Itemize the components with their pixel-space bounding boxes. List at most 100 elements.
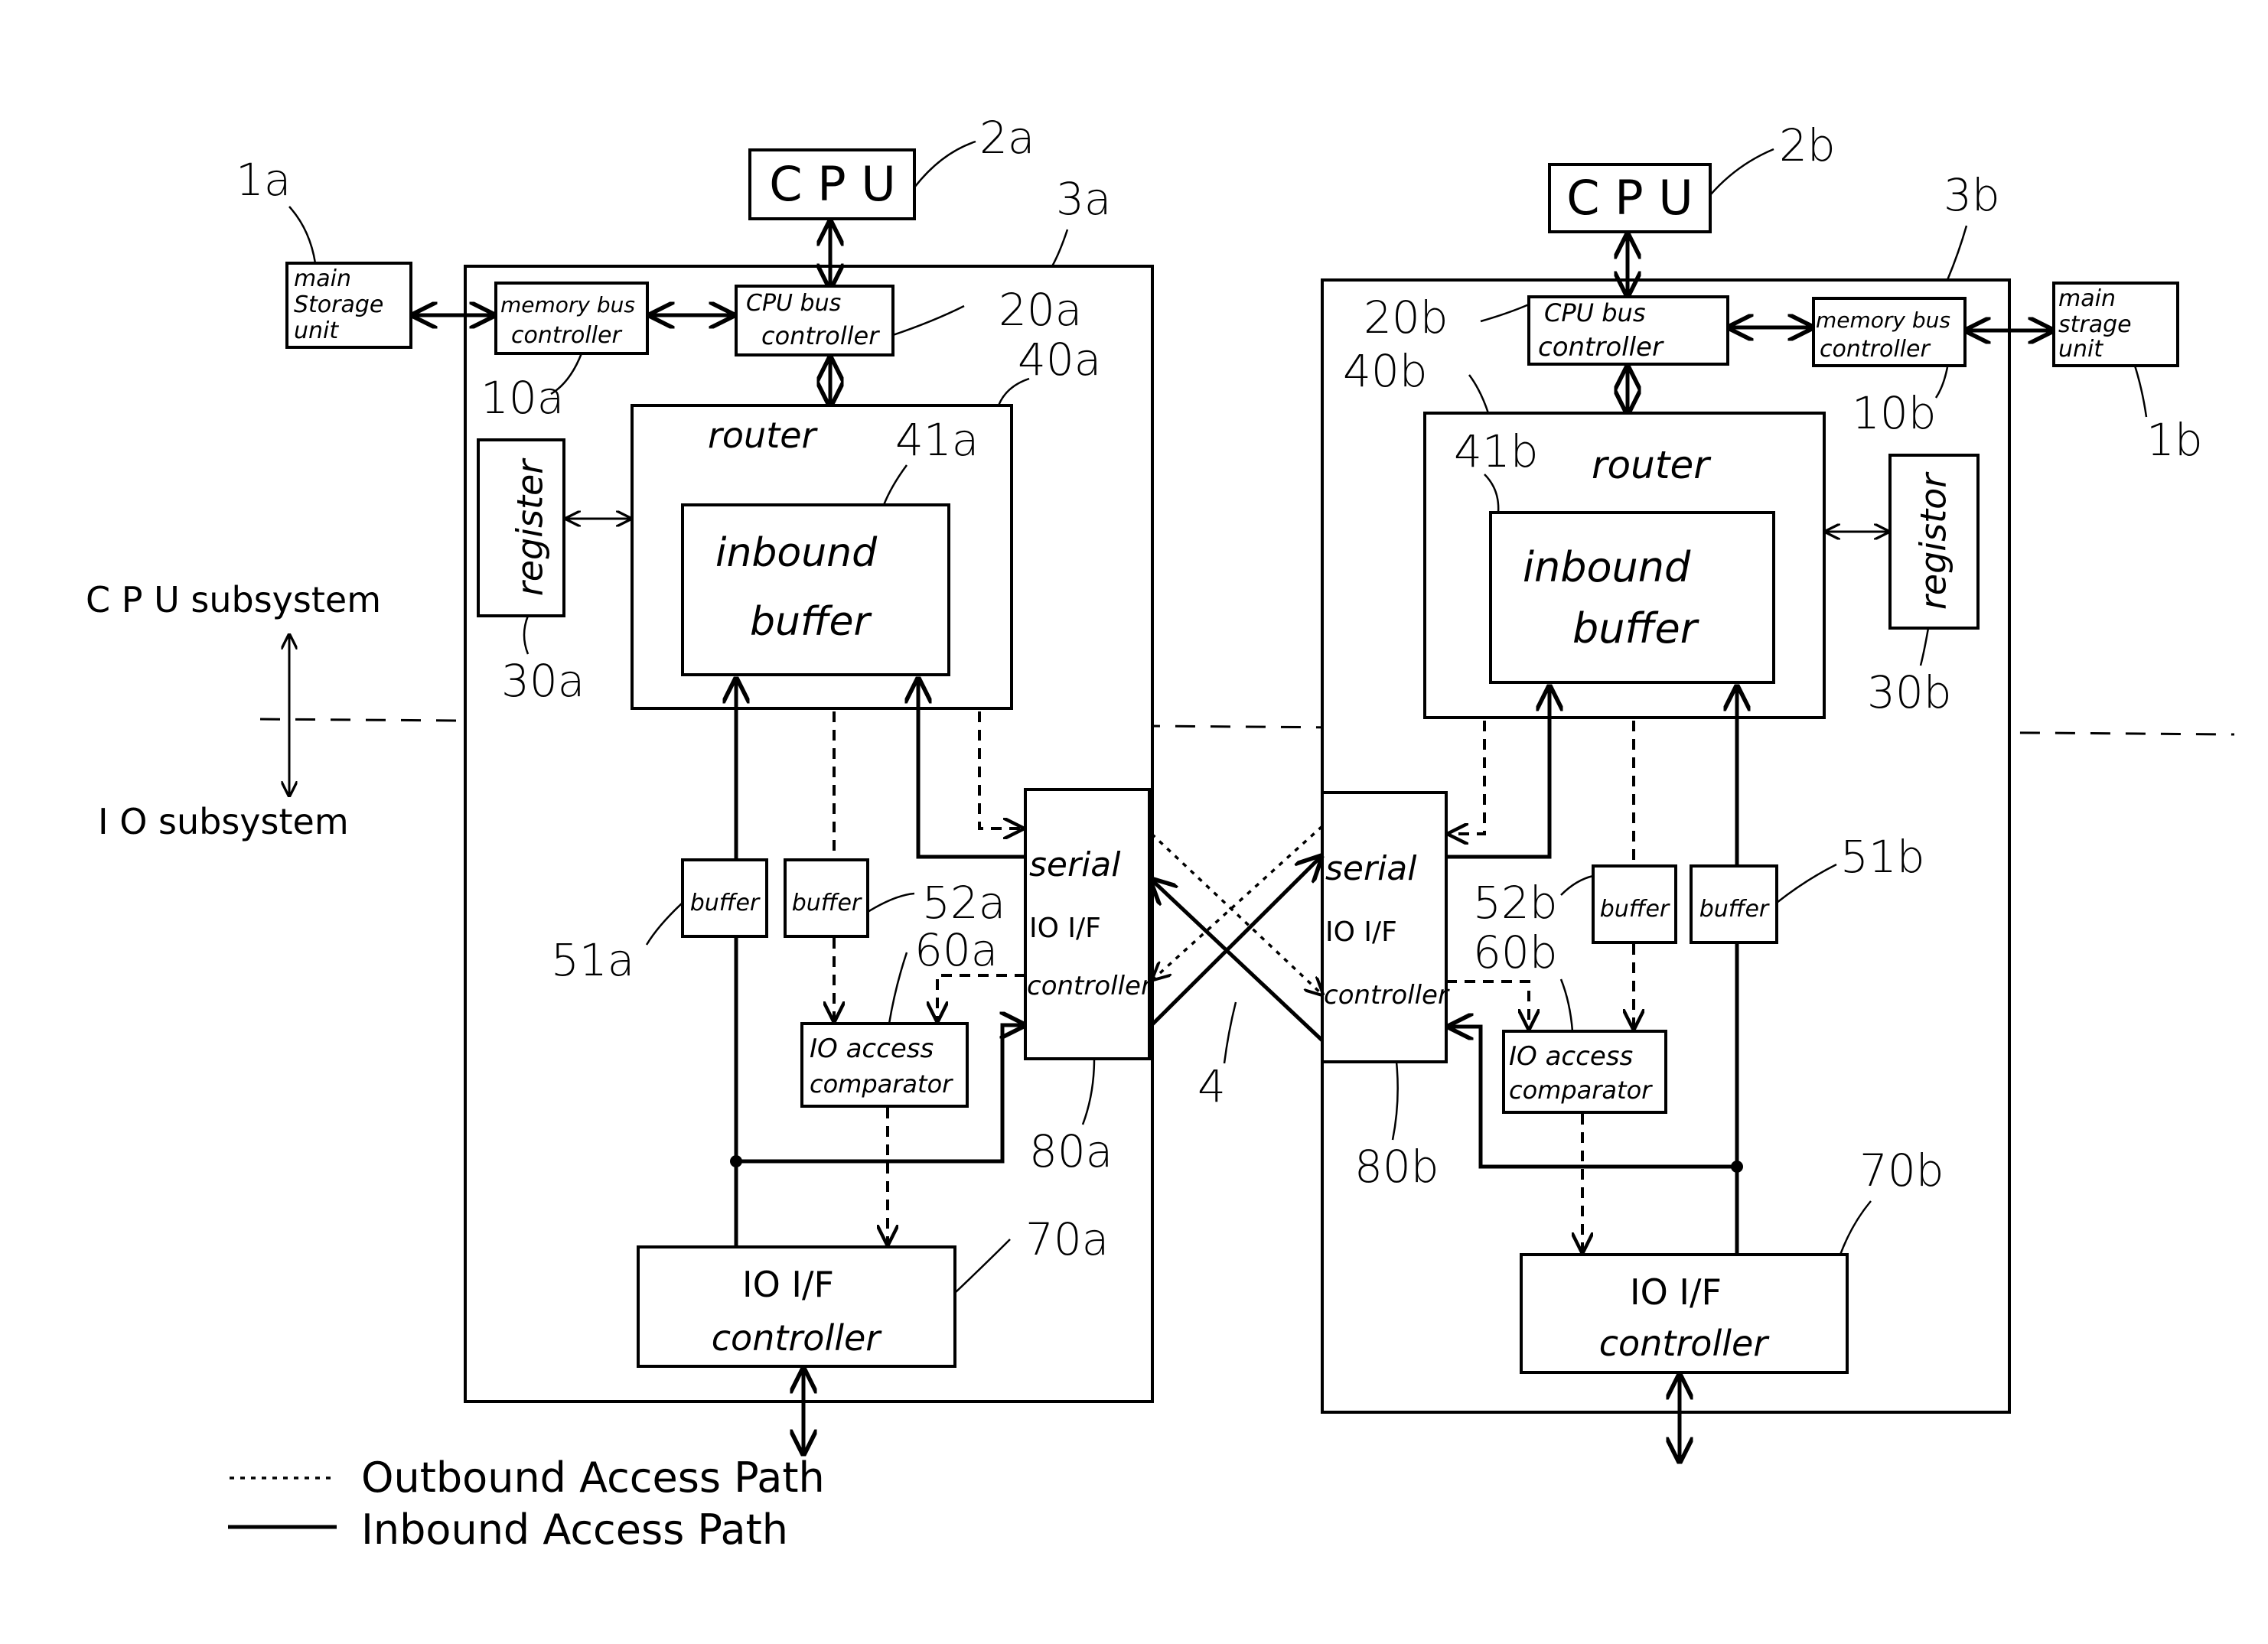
cpu-subsystem-label: C P U subsystem: [86, 579, 381, 620]
ref-41b: 41b: [1454, 425, 1539, 477]
legend-inbound-label: Inbound Access Path: [361, 1506, 788, 1554]
io-access-comparator-b-line2: comparator: [1509, 1076, 1653, 1105]
ref-2b: 2b: [1779, 119, 1836, 171]
system-a: 3a C P U 2a main Storage unit 1a memory …: [236, 112, 1154, 1454]
ref-51b: 51b: [1840, 831, 1925, 883]
register-a-label: register: [510, 457, 551, 596]
cpu-bus-controller-b[interactable]: CPU bus controller: [1527, 295, 1729, 366]
buffer-51b[interactable]: buffer: [1690, 864, 1778, 944]
leader-4: [1223, 1001, 1237, 1064]
cpu-bus-controller-b-line2: controller: [1538, 332, 1664, 363]
router-b-label: router: [1592, 443, 1712, 487]
cpu-a[interactable]: C P U: [748, 148, 916, 220]
buffer-52b[interactable]: buffer: [1592, 864, 1677, 944]
inbound-buffer-a-line2: buffer: [750, 599, 872, 645]
ref-41a: 41a: [895, 414, 979, 466]
ref-52a: 52a: [922, 877, 1005, 929]
serial-io-if-controller-b[interactable]: serial IO I/F controller: [1321, 791, 1450, 1063]
ref-20b: 20b: [1364, 291, 1448, 343]
ref-30a: 30a: [501, 655, 585, 707]
memory-bus-controller-b[interactable]: memory bus controller: [1812, 297, 1967, 367]
link-a-to-b-inbound-lower: [1152, 880, 1324, 1042]
buffer-52b-label: buffer: [1600, 896, 1670, 923]
io-access-comparator-a[interactable]: IO access comparator: [800, 1022, 969, 1108]
main-storage-a-line2: Storage: [294, 291, 383, 318]
serial-io-if-controller-a-line3: controller: [1027, 971, 1153, 1001]
subsystem-labels: C P U subsystem I O subsystem: [86, 579, 381, 842]
io-subsystem-label: I O subsystem: [98, 801, 349, 842]
io-if-controller-b-line2: controller: [1599, 1323, 1771, 1364]
ref-51a: 51a: [551, 934, 634, 986]
memory-bus-controller-b-line1: memory bus: [1816, 308, 1950, 333]
leader-1a: [288, 206, 317, 264]
system-b: 3b C P U 2b CPU bus controller 20b memor…: [1321, 119, 2203, 1461]
buffer-51a[interactable]: buffer: [681, 858, 768, 938]
register-a[interactable]: register: [477, 438, 565, 617]
ref-10a: 10a: [481, 372, 564, 424]
io-access-comparator-b-line1: IO access: [1509, 1041, 1633, 1072]
ref-2a: 2a: [979, 112, 1035, 164]
link-a-to-b-inbound-upper: [1150, 857, 1321, 1027]
ref-1b: 1b: [2146, 414, 2203, 466]
main-storage-b[interactable]: main strage unit: [2052, 282, 2179, 367]
ref-40a: 40a: [1018, 334, 1101, 386]
inbound-buffer-b-box[interactable]: [1489, 511, 1775, 684]
main-storage-b-line2: strage: [2058, 311, 2132, 338]
io-if-controller-a-line1: IO I/F: [742, 1264, 834, 1305]
router-a-label: router: [708, 415, 819, 456]
serial-io-if-controller-b-line1: serial: [1325, 849, 1417, 888]
register-b-label: registor: [1913, 471, 1954, 610]
inbound-buffer-b-line2: buffer: [1572, 604, 1699, 653]
io-if-controller-a-line2: controller: [712, 1317, 883, 1359]
leader-2b: [1709, 148, 1774, 196]
inbound-buffer-a[interactable]: inbound buffer: [681, 503, 950, 676]
ref-40b: 40b: [1343, 345, 1428, 397]
ref-10b: 10b: [1852, 387, 1937, 439]
io-access-comparator-b[interactable]: IO access comparator: [1502, 1030, 1667, 1114]
cpu-bus-controller-a[interactable]: CPU bus controller: [735, 285, 894, 356]
inbound-buffer-b[interactable]: inbound buffer: [1489, 511, 1775, 684]
io-access-comparator-a-line2: comparator: [810, 1069, 953, 1099]
ref-60b: 60b: [1473, 926, 1558, 978]
serial-io-if-controller-a-line2: IO I/F: [1029, 913, 1101, 944]
register-b[interactable]: registor: [1888, 454, 1980, 630]
main-storage-b-line1: main: [2058, 285, 2116, 312]
io-if-controller-b[interactable]: IO I/F controller: [1520, 1253, 1849, 1374]
serial-io-if-controller-a-line1: serial: [1029, 845, 1121, 884]
ref-70b: 70b: [1859, 1144, 1944, 1196]
cpu-bus-controller-b-line1: CPU bus: [1544, 298, 1646, 327]
leader-3b: [1946, 225, 1968, 281]
leader-3a: [1051, 229, 1069, 267]
ref-52b: 52b: [1473, 877, 1558, 929]
io-if-controller-a[interactable]: IO I/F controller: [637, 1245, 956, 1368]
ref-60a: 60a: [914, 924, 998, 976]
leader-2a: [914, 140, 976, 188]
junction-b: [1731, 1161, 1743, 1173]
memory-bus-controller-b-line2: controller: [1820, 336, 1931, 363]
main-storage-b-line3: unit: [2058, 336, 2103, 363]
cpu-a-label: C P U: [769, 156, 895, 212]
buffer-52a-label: buffer: [792, 890, 862, 916]
cpu-b-label: C P U: [1566, 170, 1693, 226]
cpu-b[interactable]: C P U: [1548, 163, 1712, 233]
ref-3b: 3b: [1944, 169, 2000, 221]
junction-a: [730, 1155, 742, 1167]
buffer-52a[interactable]: buffer: [784, 858, 869, 938]
io-access-comparator-a-line1: IO access: [810, 1034, 934, 1064]
memory-bus-controller-a-line2: controller: [511, 322, 622, 349]
ref-80a: 80a: [1029, 1125, 1113, 1177]
main-storage-a[interactable]: main Storage unit: [285, 262, 412, 349]
main-storage-a-line3: unit: [294, 317, 339, 344]
io-if-controller-b-line1: IO I/F: [1630, 1271, 1722, 1313]
cpu-bus-controller-a-line2: controller: [761, 321, 880, 350]
ref-1a: 1a: [236, 154, 291, 206]
leader-1b: [2133, 365, 2148, 418]
memory-bus-controller-a[interactable]: memory bus controller: [494, 282, 649, 355]
diagram-canvas: C P U subsystem I O subsystem 3a C P U 2…: [86, 112, 2235, 1554]
link-a-to-b-outbound: [1150, 832, 1322, 995]
serial-io-if-controller-a[interactable]: serial IO I/F controller: [1024, 788, 1153, 1060]
ref-70a: 70a: [1025, 1213, 1109, 1265]
cpu-bus-controller-a-line1: CPU bus: [746, 290, 841, 317]
legend-outbound-label: Outbound Access Path: [361, 1454, 825, 1502]
ref-20a: 20a: [999, 284, 1082, 336]
